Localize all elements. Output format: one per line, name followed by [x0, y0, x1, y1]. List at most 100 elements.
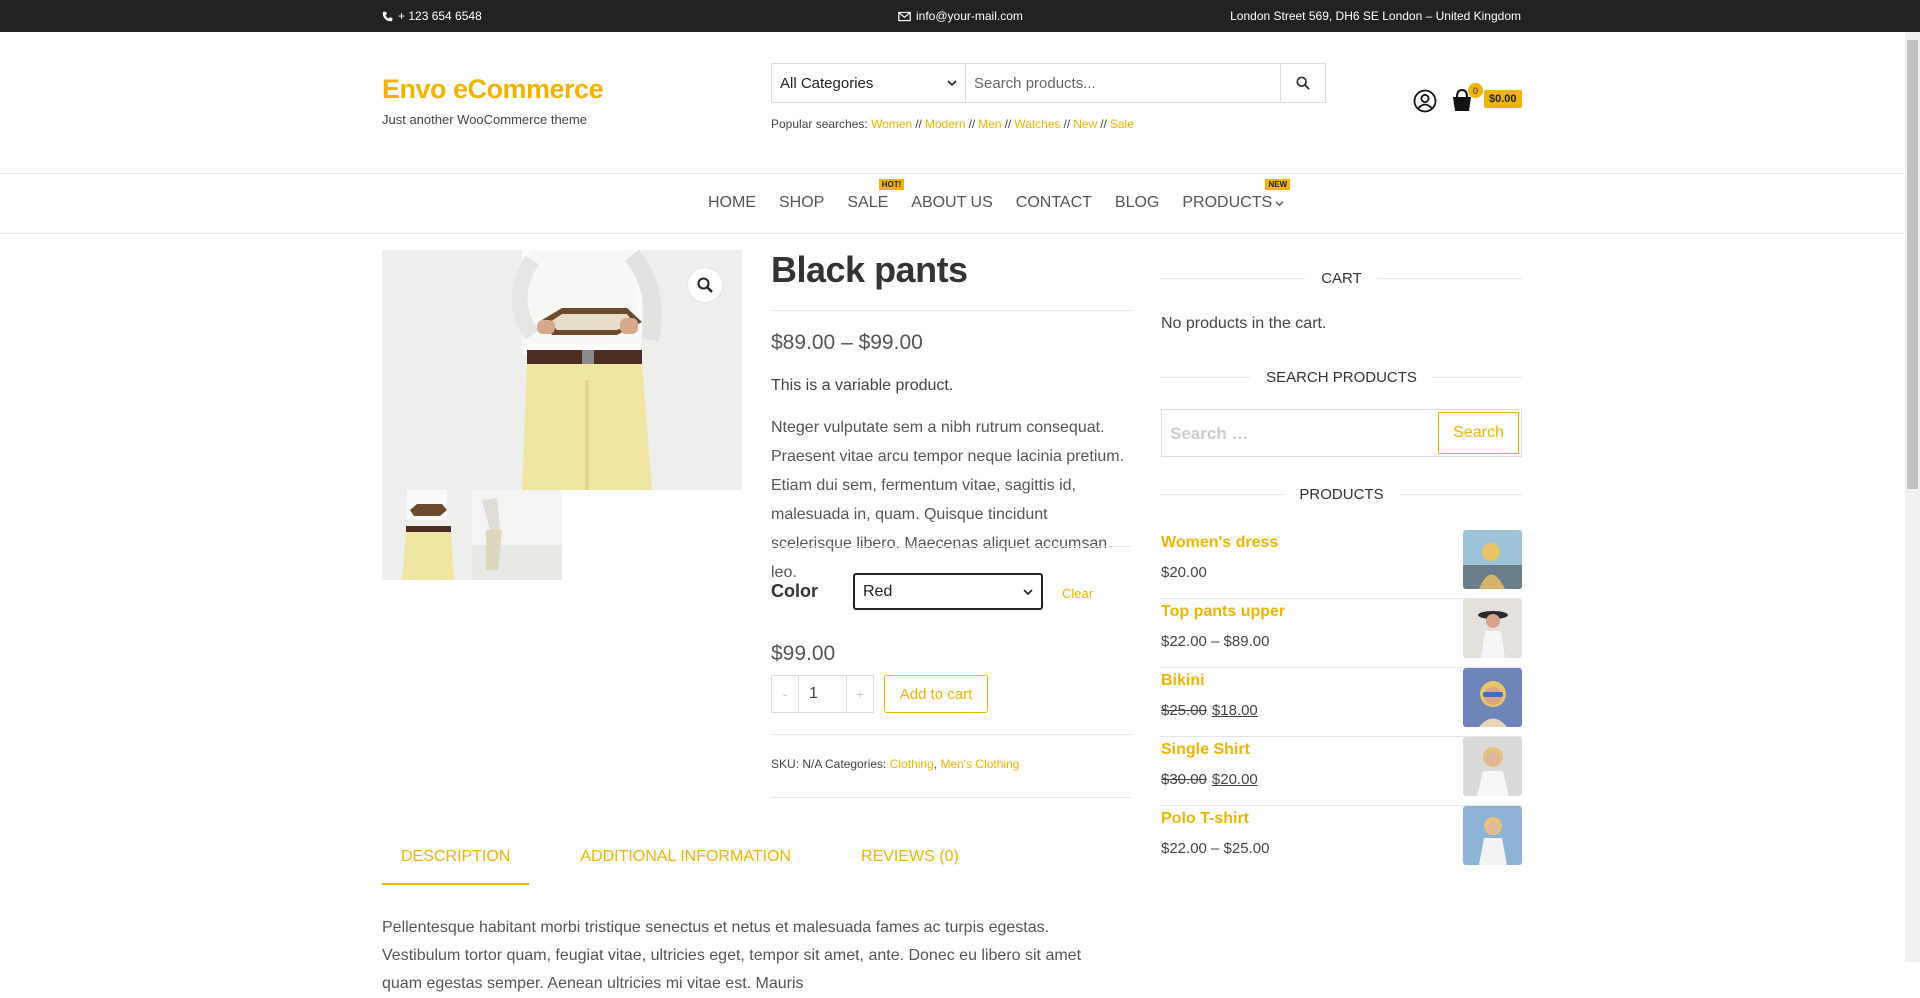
phone-icon	[382, 11, 393, 21]
top-bar-address: London Street 569, DH6 SE London – Unite…	[1230, 9, 1521, 23]
popular-separator: //	[1004, 117, 1012, 131]
widget-title-text: PRODUCTS	[1299, 486, 1384, 503]
popular-term[interactable]: Men	[978, 117, 1001, 131]
nav-item-home[interactable]: HOME	[708, 194, 756, 212]
category-link[interactable]: Clothing	[890, 757, 934, 771]
product-thumbnail[interactable]	[1463, 599, 1522, 658]
popular-term[interactable]: Modern	[925, 117, 966, 131]
tab-label: ADDITIONAL INFORMATION	[580, 848, 792, 865]
top-bar: + 123 654 6548 info@your-mail.com London…	[0, 0, 1920, 32]
chevron-down-icon	[1275, 201, 1284, 207]
widget-title-text: SEARCH PRODUCTS	[1266, 369, 1417, 386]
thumbnail-photo	[472, 490, 562, 580]
widget-title-text: CART	[1321, 270, 1362, 287]
email-text: info@your-mail.com	[916, 9, 1023, 23]
product-thumbnail[interactable]	[1463, 668, 1522, 727]
search-placeholder: Search products...	[974, 74, 1096, 92]
nav-item-label: SALE	[847, 194, 889, 211]
nav-item-products[interactable]: PRODUCTS NEW	[1182, 179, 1291, 212]
sidebar-product-item[interactable]: Top pants upper $22.00 – $89.00	[1161, 599, 1522, 668]
product-price: $25.00 $18.00	[1161, 702, 1258, 719]
popular-separator: //	[915, 117, 922, 131]
nav-list: HOME SHOP SALE HOT! ABOUT US CONTACT BLOG…	[708, 179, 1307, 212]
popular-term[interactable]: New	[1073, 117, 1097, 131]
sidebar-product-item[interactable]: Women's dress $20.00	[1161, 530, 1522, 599]
product-name[interactable]: Single Shirt	[1161, 741, 1250, 759]
nav-item-about-us[interactable]: ABOUT US	[911, 194, 993, 212]
search-input[interactable]: Search products...	[966, 64, 1281, 102]
product-thumbnail[interactable]	[472, 490, 562, 580]
thumbnail-photo	[382, 490, 472, 580]
nav-item-label: CONTACT	[1015, 194, 1092, 211]
product-thumbnail[interactable]	[1463, 806, 1522, 865]
phone-text: + 123 654 6548	[398, 9, 482, 23]
sidebar-product-item[interactable]: Single Shirt $30.00 $20.00	[1161, 737, 1522, 806]
price-old: $30.00	[1161, 771, 1207, 788]
product-name[interactable]: Polo T-shirt	[1161, 810, 1249, 828]
product-name[interactable]: Bikini	[1161, 672, 1205, 690]
nav-item-shop[interactable]: SHOP	[779, 194, 824, 212]
zoom-button[interactable]	[688, 268, 722, 302]
quantity-increase-button[interactable]: +	[847, 676, 873, 712]
price-current: $20.00	[1161, 564, 1207, 581]
product-thumbnail[interactable]	[382, 490, 472, 580]
nav-item-sale[interactable]: SALE HOT!	[847, 179, 905, 212]
popular-term[interactable]: Watches	[1014, 117, 1060, 131]
product-name[interactable]: Top pants upper	[1161, 603, 1285, 621]
clear-variation-link[interactable]: Clear	[1062, 586, 1093, 601]
popular-term[interactable]: Women	[871, 117, 912, 131]
new-badge: NEW	[1265, 179, 1291, 190]
popular-term[interactable]: Sale	[1110, 117, 1134, 131]
search-icon	[1296, 76, 1310, 90]
tab-reviews[interactable]: REVIEWS (0)	[842, 846, 978, 885]
product-thumbnail[interactable]	[1463, 737, 1522, 796]
bikini-photo	[1463, 668, 1522, 727]
popular-separator: //	[1063, 117, 1071, 131]
tab-description[interactable]: DESCRIPTION	[382, 846, 530, 885]
variation-label: Color	[771, 581, 818, 601]
sidebar-search-button[interactable]: Search	[1438, 412, 1519, 454]
nav-item-contact[interactable]: CONTACT	[1016, 194, 1092, 212]
divider	[771, 546, 1131, 547]
user-account-icon[interactable]	[1413, 89, 1437, 113]
color-select[interactable]: Red	[853, 573, 1043, 610]
quantity-input[interactable]: 1	[798, 676, 847, 712]
product-description: Nteger vulputate sem a nibh rutrum conse…	[771, 419, 1125, 581]
price-current: $18.00	[1211, 702, 1258, 719]
sidebar-product-item[interactable]: Polo T-shirt $22.00 – $25.00	[1161, 806, 1522, 875]
site-header: Envo eCommerce Just another WooCommerce …	[0, 32, 1920, 173]
magnifier-icon	[697, 277, 713, 293]
top-bar-phone: + 123 654 6548	[382, 9, 482, 23]
site-title[interactable]: Envo eCommerce	[382, 74, 604, 105]
sidebar-search-input[interactable]: Search …	[1170, 424, 1248, 444]
add-to-cart-button[interactable]: Add to cart	[884, 675, 988, 713]
product-thumbnail[interactable]	[1463, 530, 1522, 589]
scrollbar-thumb[interactable]	[1907, 40, 1918, 489]
divider	[771, 797, 1131, 798]
popular-separator: //	[1100, 117, 1107, 131]
chevron-down-icon	[1023, 588, 1033, 595]
color-select-value: Red	[863, 582, 893, 600]
sidebar-product-item[interactable]: Bikini $25.00 $18.00	[1161, 668, 1522, 737]
category-select[interactable]: All Categories	[772, 64, 966, 102]
products-widget-title: PRODUCTS	[1161, 486, 1522, 503]
price-old: $25.00	[1161, 702, 1207, 719]
nav-item-label: ABOUT US	[911, 194, 993, 211]
tab-additional-information[interactable]: ADDITIONAL INFORMATION	[561, 846, 810, 885]
tab-label: REVIEWS (0)	[861, 848, 959, 865]
page-scrollbar[interactable]	[1905, 32, 1920, 962]
envelope-icon	[898, 11, 911, 21]
category-select-value: All Categories	[780, 74, 874, 92]
search-button[interactable]	[1281, 64, 1325, 102]
search-widget-title: SEARCH PRODUCTS	[1161, 369, 1522, 386]
nav-item-blog[interactable]: BLOG	[1115, 194, 1159, 212]
top-pants-photo	[1463, 599, 1522, 658]
cart-count-badge: 0	[1468, 83, 1483, 98]
cart-total[interactable]: $0.00	[1484, 90, 1522, 108]
quantity-decrease-button[interactable]: -	[772, 676, 798, 712]
popular-searches: Popular searches: Women//Modern//Men//Wa…	[771, 117, 1134, 131]
category-link[interactable]: Men's Clothing	[940, 757, 1019, 771]
top-bar-email[interactable]: info@your-mail.com	[898, 9, 1023, 23]
product-name[interactable]: Women's dress	[1161, 534, 1278, 552]
price-current: $22.00 – $89.00	[1161, 633, 1270, 650]
